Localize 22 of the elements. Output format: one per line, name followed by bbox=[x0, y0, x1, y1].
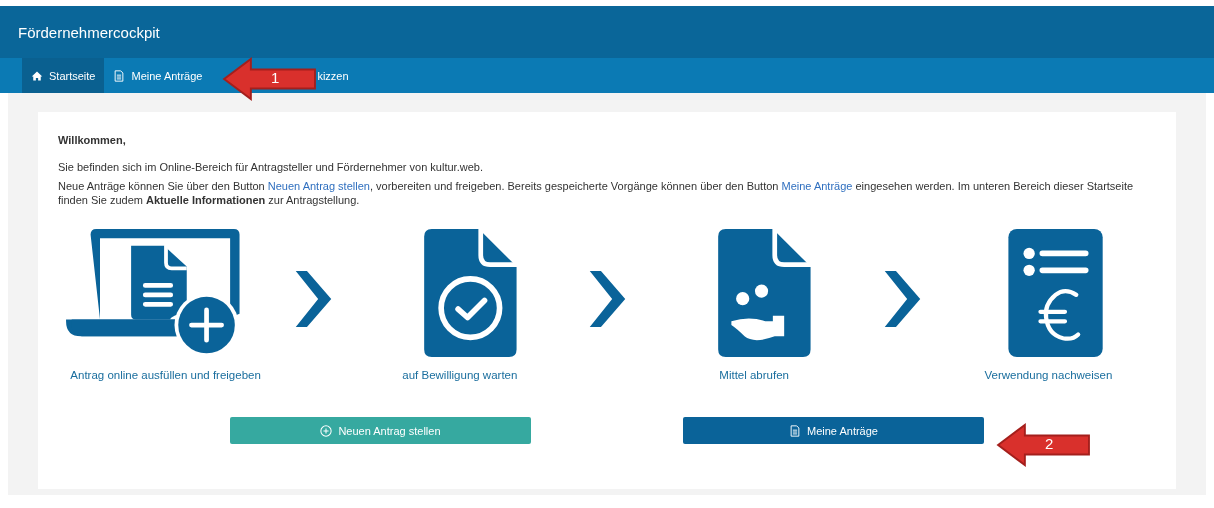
home-icon bbox=[31, 69, 43, 82]
plus-circle-icon bbox=[320, 424, 333, 437]
new-application-button[interactable]: Neuen Antrag stellen bbox=[230, 417, 531, 444]
app-title: Fördernehmercockpit bbox=[18, 23, 160, 41]
chevron-right-icon bbox=[293, 271, 333, 327]
welcome-heading: Willkommen, bbox=[58, 134, 127, 146]
document-icon bbox=[113, 69, 126, 82]
document-icon bbox=[789, 424, 802, 437]
intro-text: Sie befinden sich im Online-Bereich für Antragsteller und Fördernehmer von kultur.web. bbox=[58, 160, 484, 174]
nav-tab[interactable]: Startseite bbox=[22, 58, 105, 93]
nav-tab[interactable]: Meine Anträge bbox=[104, 58, 212, 93]
callout-arrow: 1 bbox=[221, 57, 319, 101]
step-label: auf Bewilligung warten bbox=[402, 369, 518, 381]
intro-paragraph: Neue Anträge können Sie über den Button Neuen Antrag stellen, vorbereiten und freigeben. Bereits gespeicherte Vorgänge können über den Button Meine Anträge eingesehen werden. Im unteren Bereich dieser Startseite finden Sie zudem Aktuelle Informationen zur Antragstellung. bbox=[58, 179, 1135, 207]
step-label: Verwendung nachweisen bbox=[984, 369, 1113, 381]
chevron-right-icon bbox=[587, 271, 627, 327]
my-applications-button[interactable]: Meine Anträge bbox=[683, 417, 984, 444]
step-label: Antrag online ausfüllen und freigeben bbox=[70, 369, 261, 381]
text-link[interactable]: Neuen Antrag stellen bbox=[267, 180, 370, 192]
text-link[interactable]: Meine Anträge bbox=[781, 180, 853, 192]
callout-arrow: 2 bbox=[995, 423, 1093, 467]
step-label: Mittel abrufen bbox=[719, 369, 789, 381]
